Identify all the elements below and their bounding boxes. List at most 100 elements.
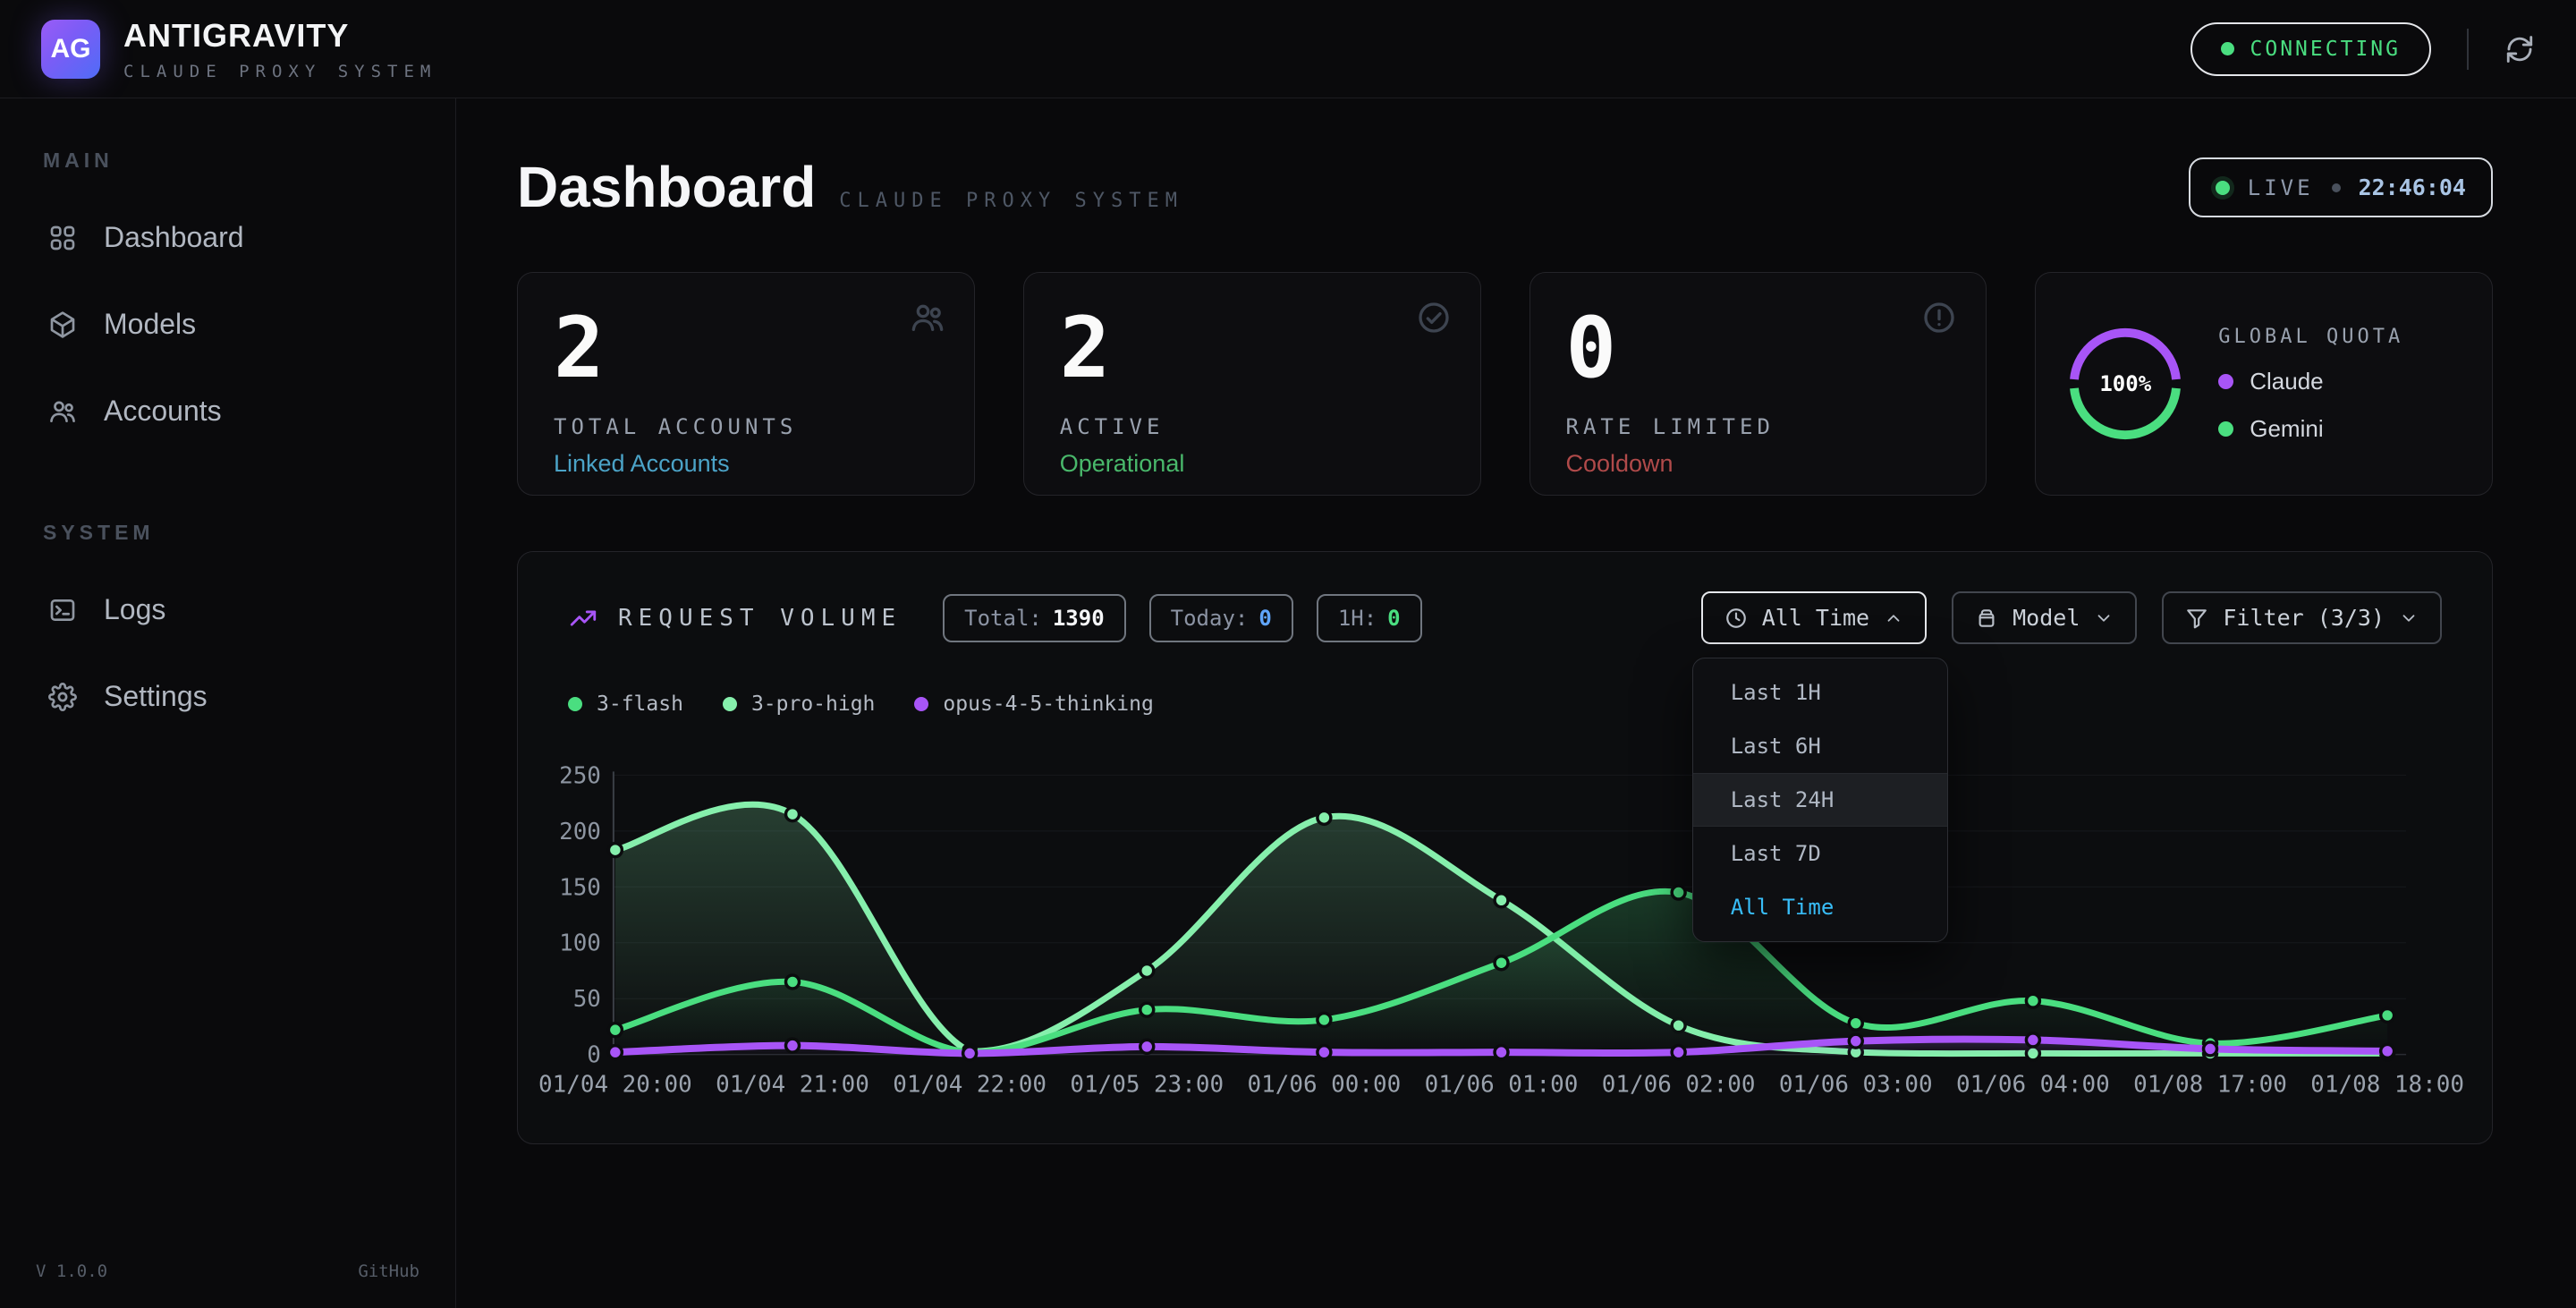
button-label: Model	[2012, 605, 2080, 631]
button-label: All Time	[1762, 605, 1869, 631]
chart-legend-3-pro-high[interactable]: 3-pro-high	[723, 692, 875, 716]
quota-label: GLOBAL QUOTA	[2218, 326, 2403, 348]
sidebar-item-label: Dashboard	[104, 221, 244, 254]
chevron-down-icon	[2094, 608, 2114, 628]
sidebar-section-gap	[36, 463, 419, 521]
svg-text:01/04 21:00: 01/04 21:00	[716, 1072, 869, 1099]
users-icon	[48, 397, 77, 426]
gear-icon	[48, 683, 77, 711]
stat-label: RATE LIMITED	[1566, 414, 1951, 439]
chevron-up-icon	[1884, 608, 1903, 628]
stat-card-active: 2ACTIVEOperational	[1023, 272, 1481, 496]
check-circle-icon	[1416, 300, 1452, 335]
page-title: Dashboard	[517, 154, 816, 220]
cube-icon	[48, 310, 77, 339]
svg-text:01/05 23:00: 01/05 23:00	[1070, 1072, 1224, 1099]
all-time-button[interactable]: All Time	[1701, 591, 1927, 644]
terminal-icon	[48, 596, 77, 624]
top-header: AG ANTIGRAVITY CLAUDE PROXY SYSTEM CONNE…	[0, 0, 2576, 98]
svg-text:01/06 03:00: 01/06 03:00	[1779, 1072, 1933, 1099]
stat-sublabel: Linked Accounts	[554, 450, 938, 478]
stat-card-total-accounts: 2TOTAL ACCOUNTSLinked Accounts	[517, 272, 975, 496]
stat-value: 2	[554, 307, 938, 391]
global-quota-card: 100% GLOBAL QUOTA ClaudeGemini	[2035, 272, 2493, 496]
svg-text:01/06 00:00: 01/06 00:00	[1248, 1072, 1402, 1099]
sidebar-item-dashboard[interactable]: Dashboard	[36, 203, 419, 272]
app-logo: AG	[41, 20, 100, 79]
svg-text:01/06 04:00: 01/06 04:00	[1956, 1072, 2110, 1099]
stat-badge-1h: 1H: 0	[1317, 594, 1422, 642]
stat-sublabel: Operational	[1060, 450, 1445, 478]
grid-icon	[48, 224, 77, 252]
separator-dot-icon	[2332, 183, 2341, 192]
stat-label: ACTIVE	[1060, 414, 1445, 439]
badge-value: 0	[1387, 606, 1400, 631]
model-button[interactable]: Model	[1952, 591, 2137, 644]
badge-label: Today:	[1171, 606, 1249, 631]
dropdown-item-last-7d[interactable]: Last 7D	[1693, 827, 1947, 880]
stat-sublabel: Cooldown	[1566, 450, 1951, 478]
sidebar: MAINDashboardModelsAccountsSYSTEMLogsSet…	[0, 98, 456, 1308]
svg-text:100: 100	[559, 930, 601, 957]
page-subtitle: CLAUDE PROXY SYSTEM	[839, 190, 1183, 212]
sidebar-section-label: SYSTEM	[43, 521, 419, 545]
filter-3-3-button[interactable]: Filter (3/3)	[2162, 591, 2442, 644]
quota-legend-label: Gemini	[2250, 415, 2323, 443]
live-dot-icon	[2216, 181, 2230, 195]
clock-value: 22:46:04	[2359, 174, 2466, 200]
legend-label: 3-pro-high	[751, 692, 875, 716]
svg-text:01/08 17:00: 01/08 17:00	[2133, 1072, 2287, 1099]
box-icon	[1975, 607, 1998, 630]
legend-dot-icon	[2218, 374, 2233, 389]
dropdown-item-last-6h[interactable]: Last 6H	[1693, 719, 1947, 773]
svg-text:200: 200	[559, 819, 601, 845]
svg-text:0: 0	[587, 1042, 601, 1069]
sidebar-item-logs[interactable]: Logs	[36, 575, 419, 644]
chevron-down-icon	[2399, 608, 2419, 628]
sidebar-item-label: Models	[104, 308, 196, 341]
live-label: LIVE	[2248, 175, 2314, 200]
quota-legend-claude: Claude	[2218, 368, 2403, 395]
main-content: Dashboard CLAUDE PROXY SYSTEM LIVE 22:46…	[456, 98, 2576, 1308]
brand-block: ANTIGRAVITY CLAUDE PROXY SYSTEM	[123, 17, 436, 81]
stat-value: 0	[1566, 307, 1951, 391]
chart-legend-opus-4-5-thinking[interactable]: opus-4-5-thinking	[914, 692, 1153, 716]
header-divider	[2467, 29, 2469, 70]
clock-icon	[1724, 607, 1748, 630]
svg-text:01/06 01:00: 01/06 01:00	[1425, 1072, 1579, 1099]
request-volume-card: REQUEST VOLUME Total:1390Today:01H:0 All…	[517, 551, 2493, 1144]
sidebar-item-accounts[interactable]: Accounts	[36, 377, 419, 446]
sidebar-item-models[interactable]: Models	[36, 290, 419, 359]
svg-text:250: 250	[559, 762, 601, 789]
trending-up-icon	[568, 603, 598, 633]
stat-badge-total: Total:1390	[943, 594, 1126, 642]
quota-legend-gemini: Gemini	[2218, 415, 2403, 443]
legend-dot-icon	[723, 697, 737, 711]
svg-text:01/06 02:00: 01/06 02:00	[1602, 1072, 1756, 1099]
badge-label: 1H:	[1338, 606, 1377, 631]
time-range-dropdown: Last 1HLast 6HLast 24HLast 7DAll Time	[1692, 658, 1948, 942]
svg-text:150: 150	[559, 874, 601, 901]
connection-status-label: CONNECTING	[2250, 38, 2401, 61]
dropdown-item-last-1h[interactable]: Last 1H	[1693, 666, 1947, 719]
live-clock-badge: LIVE 22:46:04	[2189, 157, 2493, 217]
chart-legend-3-flash[interactable]: 3-flash	[568, 692, 683, 716]
badge-label: Total:	[964, 606, 1042, 631]
svg-text:01/04 20:00: 01/04 20:00	[538, 1072, 692, 1099]
dropdown-item-last-24h[interactable]: Last 24H	[1693, 773, 1947, 827]
chart-title: REQUEST VOLUME	[618, 605, 902, 632]
sidebar-item-settings[interactable]: Settings	[36, 662, 419, 731]
legend-label: 3-flash	[597, 692, 683, 716]
funnel-icon	[2185, 607, 2208, 630]
quota-legend-label: Claude	[2250, 368, 2323, 395]
alert-circle-icon	[1921, 300, 1957, 335]
legend-dot-icon	[914, 697, 928, 711]
svg-text:50: 50	[573, 986, 601, 1013]
stat-badge-today: Today:0	[1149, 594, 1293, 642]
sidebar-item-label: Logs	[104, 593, 165, 626]
dropdown-item-all-time[interactable]: All Time	[1693, 880, 1947, 934]
refresh-icon[interactable]	[2504, 34, 2535, 64]
legend-dot-icon	[2218, 421, 2233, 437]
stat-card-rate-limited: 0 RATE LIMITED Cooldown	[1530, 272, 1987, 496]
github-link[interactable]: GitHub	[358, 1261, 419, 1281]
